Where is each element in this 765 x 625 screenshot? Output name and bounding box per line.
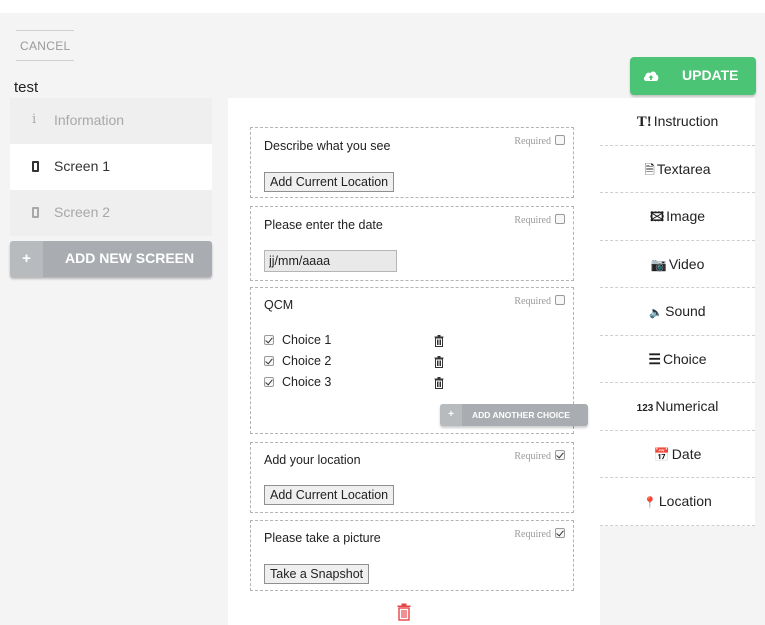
choice-label: Choice 3 bbox=[282, 375, 332, 389]
plus-icon: + bbox=[10, 241, 43, 277]
required-toggle[interactable]: Required bbox=[514, 135, 565, 147]
plus-icon: + bbox=[440, 404, 462, 426]
question-title: Please enter the date bbox=[264, 218, 383, 232]
cancel-button[interactable]: CANCEL bbox=[20, 39, 70, 53]
left-sidebar: i Information Screen 1 Screen 2 + ADD NE… bbox=[0, 98, 228, 625]
required-label: Required bbox=[514, 136, 551, 147]
toolbox-list: T! Instruction 🗎 Textarea 🖾 Image 📷 Video 🔈 S… bbox=[600, 98, 755, 526]
date-input[interactable] bbox=[264, 250, 397, 272]
question-field[interactable]: Please take a picture Required Take a Sn… bbox=[250, 520, 574, 591]
calendar-icon: 📅 bbox=[653, 446, 670, 462]
sidebar-item-screen-1[interactable]: Screen 1 bbox=[10, 144, 212, 190]
trash-icon[interactable] bbox=[434, 335, 444, 347]
question-title: Add your location bbox=[264, 453, 361, 467]
required-label: Required bbox=[514, 529, 551, 540]
question-field[interactable]: Please enter the date Required bbox=[250, 206, 574, 281]
trash-icon[interactable] bbox=[434, 377, 444, 389]
phone-icon bbox=[32, 205, 42, 219]
cloud-upload-icon bbox=[643, 71, 659, 81]
required-checkbox[interactable] bbox=[555, 450, 565, 460]
tool-label: Sound bbox=[665, 303, 706, 319]
tool-label: Numerical bbox=[655, 398, 719, 414]
map-marker-icon: 📍 bbox=[643, 497, 657, 509]
phone-icon bbox=[32, 159, 42, 173]
add-another-choice-button[interactable]: + ADD ANOTHER CHOICE bbox=[440, 404, 588, 426]
choice-checkbox[interactable] bbox=[264, 377, 274, 387]
choice-label: Choice 2 bbox=[282, 354, 332, 368]
image-icon: 🖾 bbox=[649, 209, 665, 224]
camera-icon: 📷 bbox=[650, 256, 667, 272]
tool-choice[interactable]: ☰ Choice bbox=[600, 336, 755, 383]
instruction-icon: T! bbox=[636, 114, 652, 130]
sidebar-item-label: Information bbox=[54, 112, 125, 128]
required-label: Required bbox=[514, 451, 551, 462]
required-checkbox[interactable] bbox=[555, 135, 565, 145]
tool-label: Instruction bbox=[653, 113, 719, 129]
add-another-choice-label: ADD ANOTHER CHOICE bbox=[472, 410, 570, 420]
tool-textarea[interactable]: 🗎 Textarea bbox=[600, 146, 755, 193]
tool-sound[interactable]: 🔈 Sound bbox=[600, 288, 755, 336]
tool-label: Textarea bbox=[656, 160, 711, 177]
required-toggle[interactable]: Required bbox=[514, 214, 565, 226]
add-new-screen-button[interactable]: + ADD NEW SCREEN bbox=[10, 241, 212, 277]
top-bar: CANCEL UPDATE bbox=[0, 13, 765, 101]
screen-canvas: Describe what you see Required Add Curre… bbox=[228, 98, 600, 625]
tool-label: Video bbox=[668, 255, 705, 272]
delete-screen-trash-icon[interactable] bbox=[397, 603, 411, 621]
question-field[interactable]: Add your location Required Add Current L… bbox=[250, 442, 574, 513]
update-button[interactable]: UPDATE bbox=[630, 57, 756, 95]
question-title: Describe what you see bbox=[264, 139, 391, 153]
required-toggle[interactable]: Required bbox=[514, 295, 565, 307]
cancel-container: CANCEL bbox=[16, 30, 74, 61]
question-title: Please take a picture bbox=[264, 531, 381, 545]
textarea-icon: 🗎 bbox=[644, 161, 655, 177]
tool-image[interactable]: 🖾 Image bbox=[600, 193, 755, 241]
tool-numerical[interactable]: 123 Numerical bbox=[600, 383, 755, 431]
required-label: Required bbox=[514, 296, 551, 307]
list-icon: ☰ bbox=[648, 350, 661, 367]
required-toggle[interactable]: Required bbox=[514, 528, 565, 540]
add-new-screen-label: ADD NEW SCREEN bbox=[65, 250, 195, 266]
tool-date[interactable]: 📅 Date bbox=[600, 431, 755, 478]
add-current-location-button[interactable]: Add Current Location bbox=[264, 172, 395, 192]
choice-label: Choice 1 bbox=[282, 333, 332, 347]
toolbox-panel: T! Instruction 🗎 Textarea 🖾 Image 📷 Video 🔈 S… bbox=[600, 98, 765, 625]
tool-label: Image bbox=[666, 208, 706, 224]
sidebar-item-screen-2[interactable]: Screen 2 bbox=[10, 190, 212, 236]
sidebar-item-label: Screen 2 bbox=[54, 204, 111, 220]
update-label: UPDATE bbox=[682, 67, 739, 83]
tool-label: Location bbox=[658, 493, 712, 509]
trash-icon[interactable] bbox=[434, 356, 444, 368]
required-label: Required bbox=[514, 215, 551, 226]
required-checkbox[interactable] bbox=[555, 528, 565, 538]
info-icon: i bbox=[32, 112, 37, 127]
question-field[interactable]: Describe what you see Required Add Curre… bbox=[250, 127, 574, 198]
speaker-icon: 🔈 bbox=[649, 307, 664, 319]
question-title: QCM bbox=[264, 298, 294, 312]
required-checkbox[interactable] bbox=[555, 295, 565, 305]
required-checkbox[interactable] bbox=[555, 214, 565, 224]
sidebar-item-label: Screen 1 bbox=[54, 158, 111, 174]
choice-checkbox[interactable] bbox=[264, 335, 274, 345]
required-toggle[interactable]: Required bbox=[514, 450, 565, 462]
screen-list: i Information Screen 1 Screen 2 bbox=[10, 98, 212, 236]
take-snapshot-button[interactable]: Take a Snapshot bbox=[264, 564, 370, 584]
tool-label: Choice bbox=[662, 350, 707, 367]
sidebar-item-information[interactable]: i Information bbox=[10, 98, 212, 144]
tool-label: Date bbox=[671, 445, 702, 462]
question-field-qcm[interactable]: QCM Required Choice 1 Choice 2 Choice 3 bbox=[250, 287, 588, 434]
tool-instruction[interactable]: T! Instruction bbox=[600, 98, 755, 146]
tool-location[interactable]: 📍 Location bbox=[600, 478, 755, 526]
tool-video[interactable]: 📷 Video bbox=[600, 241, 755, 288]
choice-checkbox[interactable] bbox=[264, 356, 274, 366]
numeric-icon: 123 bbox=[636, 403, 654, 414]
add-current-location-button[interactable]: Add Current Location bbox=[264, 485, 395, 505]
